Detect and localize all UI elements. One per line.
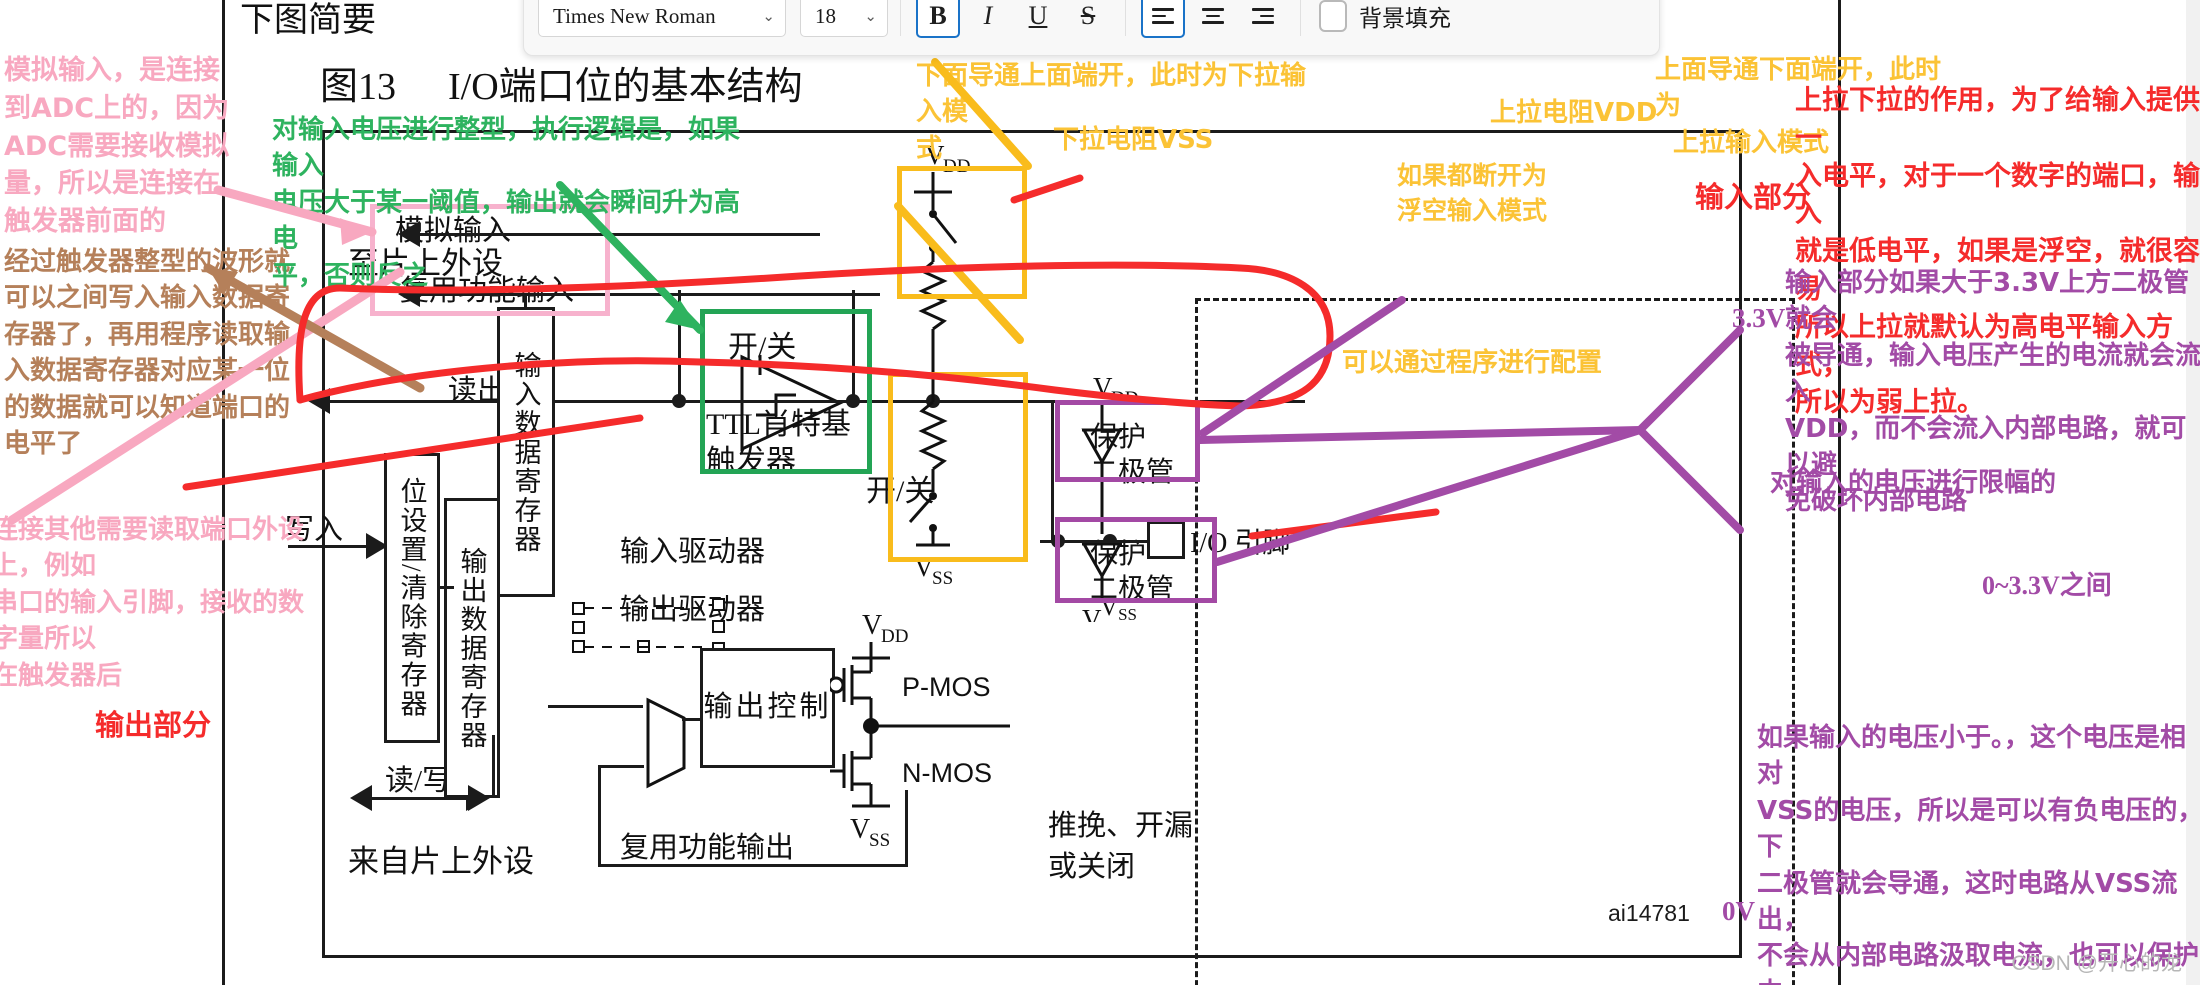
background-fill-swatch-icon[interactable]: [1319, 0, 1347, 32]
wire-analog-tap: [678, 290, 681, 402]
wire-mux-in-bottom: [598, 765, 644, 768]
font-size-select[interactable]: 18 ⌄: [800, 0, 888, 37]
annotation-yellow-pullup-resistor: 上拉电阻VDD: [1490, 98, 1658, 128]
annotation-brown-block: 经过触发器整型的波形就 可以之间写入输入数据寄 存器了，再用程序读取输 入数据寄…: [4, 247, 291, 459]
annotation-purple-range: 0~3.3V之间: [1982, 571, 2112, 600]
annotation-purple-0v: 0V: [1722, 896, 1755, 926]
toolbar-divider: [1300, 0, 1301, 36]
output-control-line1: 输出控制: [703, 691, 832, 724]
font-family-value: Times New Roman: [553, 3, 716, 28]
figure-caption: 图13 I/O端口位的基本结构: [320, 55, 803, 110]
svg-text:DD: DD: [881, 626, 908, 647]
annotation-purple-clamp: 对输入的电压进行限幅的: [1770, 468, 2057, 498]
align-left-button[interactable]: [1141, 0, 1185, 38]
figure-title: I/O端口位的基本结构: [448, 66, 803, 108]
svg-text:V: V: [850, 814, 870, 845]
toolbar-divider: [900, 0, 901, 36]
italic-button[interactable]: I: [966, 0, 1010, 38]
highlight-box-diode-bottom: [1055, 517, 1217, 603]
annotation-yellow-pulldown-resistor: 下拉电阻VSS: [1053, 125, 1214, 155]
label-input-driver: 输入驱动器: [620, 536, 766, 568]
svg-text:SS: SS: [932, 568, 953, 589]
background-fill-label[interactable]: 背景填充: [1359, 0, 1451, 33]
wire-mux-in-top: [548, 705, 643, 708]
wire-mux-bottom-join: [598, 864, 610, 867]
font-family-select[interactable]: Times New Roman ⌄: [538, 0, 786, 37]
strikethrough-button[interactable]: S: [1066, 0, 1110, 38]
svg-text:N-MOS: N-MOS: [902, 758, 992, 788]
wire-io-vertical: [1051, 400, 1054, 542]
underline-button[interactable]: U: [1016, 0, 1060, 38]
formatting-toolbar: Times New Roman ⌄ 18 ⌄ B I U S 背景填充: [523, 0, 1660, 56]
mux-symbol: [646, 697, 686, 789]
annotation-red-input-part: 输入部分: [1695, 180, 1812, 214]
svg-text:V: V: [1093, 372, 1113, 402]
arrowhead-output-data: [468, 785, 490, 811]
highlight-box-pullup: [897, 166, 1027, 299]
figure-number: 图13: [320, 66, 397, 108]
annotation-purple-block-bottom: 如果输入的电压小于。，这个电压是相对 VSS的电压，所以是可以有负电压的，下 二…: [1757, 723, 2200, 985]
align-right-icon: [1252, 8, 1274, 24]
annotation-red-output-part: 输出部分: [95, 708, 212, 742]
svg-text:P-MOS: P-MOS: [902, 672, 991, 702]
align-center-button[interactable]: [1191, 0, 1235, 38]
annotation-pink-top: 模拟输入，是连接 到ADC上的，因为 ADC需要接收模拟 量，所以是连接在 触发…: [4, 55, 230, 238]
bold-button[interactable]: B: [916, 0, 960, 38]
label-push-pull-1: 推挽、开漏: [1048, 810, 1194, 842]
register-input-data-label: 输入数据寄存器: [510, 350, 541, 554]
align-left-icon: [1152, 8, 1174, 24]
arrowhead-read-write-left: [350, 785, 372, 811]
chevron-down-icon: ⌄: [864, 8, 877, 25]
register-bit-set-clear: 位设置/清除寄存器: [384, 453, 440, 743]
annotation-purple-33v: 3.3V: [1732, 303, 1786, 333]
highlight-box-pulldown: [888, 372, 1028, 562]
align-center-icon: [1202, 8, 1224, 24]
label-from-on-chip-peripheral: 来自片上外设: [348, 844, 534, 879]
chevron-down-icon: ⌄: [762, 8, 775, 25]
align-right-button[interactable]: [1241, 0, 1285, 38]
highlight-box-ttl-trigger: [700, 309, 872, 474]
svg-text:SS: SS: [869, 830, 890, 851]
wire-output-data-bottom: [492, 735, 495, 797]
label-push-pull-2: 或关闭: [1048, 851, 1136, 883]
highlight-box-diode-top: [1055, 400, 1200, 482]
selection-handles: [572, 602, 710, 653]
wire-register-link: [438, 586, 454, 589]
font-size-value: 18: [815, 3, 836, 28]
arrowhead-read-out: [308, 388, 330, 414]
mos-output-stage: V DD P-MOS N-MOS V SS: [830, 610, 1010, 851]
wire-mux-in-bottom-v: [598, 765, 601, 867]
annotation-orange-floating: 如果都断开为 浮空输入模式: [1397, 161, 1548, 225]
document-top-text: 下图简要: [240, 2, 376, 39]
annotation-yellow-config: 可以通过程序进行配置: [1342, 348, 1603, 378]
register-input-data: 输入数据寄存器: [497, 307, 555, 597]
wire-mux-to-control: [682, 718, 702, 721]
label-read-write: 读/写: [385, 765, 452, 797]
output-control-box: 输出控制: [700, 648, 835, 768]
figure-code-label: ai14781: [1608, 900, 1690, 926]
watermark: CSDN @开心的龙: [2011, 952, 2182, 975]
register-bit-set-clear-label: 位设置/清除寄存器: [396, 477, 427, 719]
toolbar-divider: [1125, 0, 1126, 36]
svg-text:V: V: [862, 610, 882, 641]
annotation-green-block: 对输入电压进行整型，执行逻辑是，如果输入 电压大于某一阈值，输出就会瞬间升为高电…: [272, 115, 741, 291]
annotation-pink-bottom: 连接其他需要读取端口外设上，例如 串口的输入引脚，接收的数字量所以 在触发器后: [0, 515, 305, 691]
register-output-data-label: 输出数据寄存器: [456, 546, 487, 750]
label-alt-function-output: 复用功能输出: [620, 832, 795, 864]
